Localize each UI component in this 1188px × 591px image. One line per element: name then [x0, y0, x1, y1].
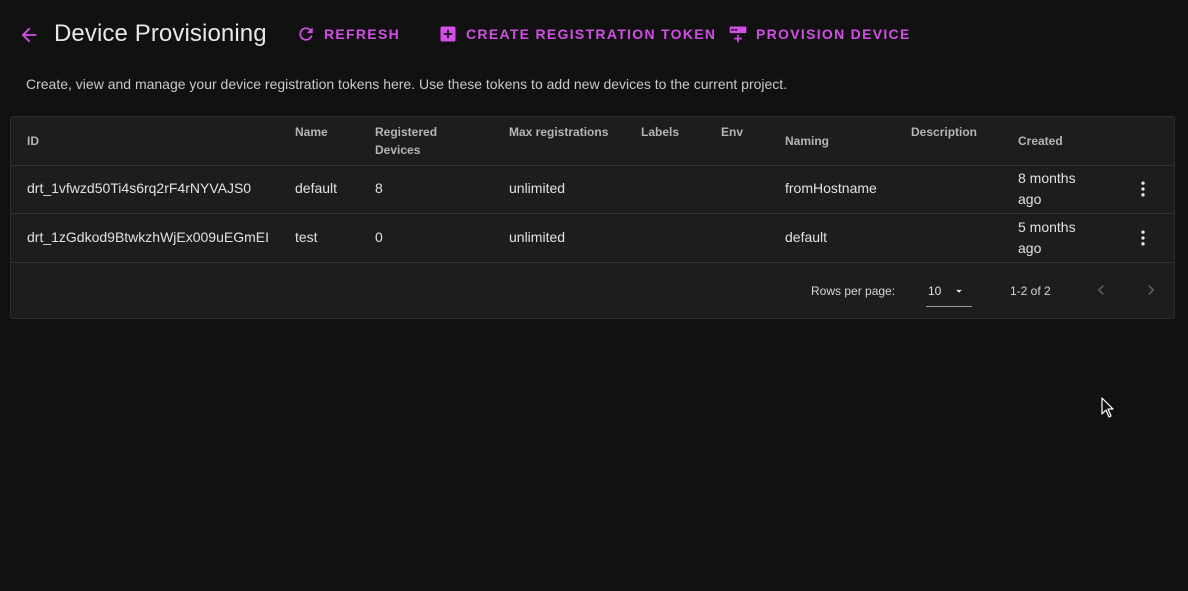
page-title: Device Provisioning	[54, 20, 267, 47]
more-vertical-icon	[1141, 181, 1145, 197]
rows-per-page-label: Rows per page:	[811, 284, 896, 298]
rows-per-page-select[interactable]: 10	[926, 278, 972, 307]
mouse-cursor-icon	[1101, 397, 1114, 418]
token-registered-devices: 8	[375, 180, 383, 196]
token-created-line2: ago	[1018, 191, 1042, 207]
page-range: 1-2 of 2	[1010, 284, 1051, 298]
row-menu-button[interactable]	[1131, 226, 1155, 250]
token-name: test	[295, 229, 318, 245]
token-max-registrations: unlimited	[509, 180, 566, 196]
next-page-button[interactable]	[1141, 280, 1161, 300]
refresh-icon	[299, 27, 313, 41]
provision-device-button[interactable]: PROVISION DEVICE	[728, 22, 911, 46]
token-created-line1: 5 months	[1018, 219, 1076, 235]
column-header-id[interactable]: ID	[27, 132, 39, 150]
token-created-line2: ago	[1018, 240, 1042, 256]
refresh-button-label: REFRESH	[324, 26, 400, 42]
create-registration-token-button[interactable]: CREATE REGISTRATION TOKEN	[438, 22, 716, 46]
column-header-registered-devices-line2: Devices	[375, 143, 421, 157]
more-vertical-icon	[1141, 230, 1145, 246]
page-header: Device Provisioning REFRESH CREATE REGIS…	[0, 0, 1188, 70]
refresh-button[interactable]: REFRESH	[296, 22, 400, 46]
provision-device-icon	[729, 26, 747, 43]
column-header-max-registrations[interactable]: Max registrations	[509, 123, 608, 141]
page-description: Create, view and manage your device regi…	[26, 76, 788, 92]
column-header-registered-devices[interactable]: Registered Devices	[375, 123, 437, 159]
table-pagination: Rows per page: 10 1-2 of 2	[11, 262, 1174, 318]
column-header-description[interactable]: Description	[911, 123, 977, 141]
token-created-line1: 8 months	[1018, 170, 1076, 186]
rows-per-page-value: 10	[928, 284, 942, 298]
back-button[interactable]	[16, 22, 42, 48]
column-header-registered-devices-line1: Registered	[375, 125, 438, 139]
provision-device-label: PROVISION DEVICE	[756, 26, 911, 42]
chevron-left-icon	[1097, 285, 1104, 295]
caret-down-icon	[956, 289, 962, 293]
registration-tokens-table: ID Name Registered Devices Max registrat…	[10, 116, 1175, 319]
token-id: drt_1zGdkod9BtwkzhWjEx009uEGmEI	[27, 229, 269, 245]
column-header-naming[interactable]: Naming	[785, 132, 829, 150]
row-menu-button[interactable]	[1131, 177, 1155, 201]
table-row[interactable]: drt_1vfwzd50Ti4s6rq2rF4rNYVAJS0 default …	[11, 165, 1174, 214]
create-registration-token-label: CREATE REGISTRATION TOKEN	[466, 26, 717, 42]
table-header: ID Name Registered Devices Max registrat…	[11, 117, 1174, 166]
column-header-env[interactable]: Env	[721, 123, 743, 141]
token-naming: fromHostname	[785, 180, 877, 196]
chevron-right-icon	[1148, 285, 1155, 295]
token-created: 5 months ago	[1018, 217, 1076, 259]
column-header-created[interactable]: Created	[1018, 132, 1063, 150]
token-naming: default	[785, 229, 828, 245]
token-name: default	[295, 180, 338, 196]
token-id: drt_1vfwzd50Ti4s6rq2rF4rNYVAJS0	[27, 180, 252, 196]
plus-box-icon	[440, 26, 456, 42]
token-created: 8 months ago	[1018, 168, 1076, 210]
column-header-labels[interactable]: Labels	[641, 123, 679, 141]
table-row[interactable]: drt_1zGdkod9BtwkzhWjEx009uEGmEI test 0 u…	[11, 214, 1174, 263]
arrow-left-icon	[21, 27, 37, 43]
previous-page-button[interactable]	[1091, 280, 1111, 300]
token-max-registrations: unlimited	[509, 229, 566, 245]
column-header-name[interactable]: Name	[295, 123, 328, 141]
token-registered-devices: 0	[375, 229, 383, 245]
